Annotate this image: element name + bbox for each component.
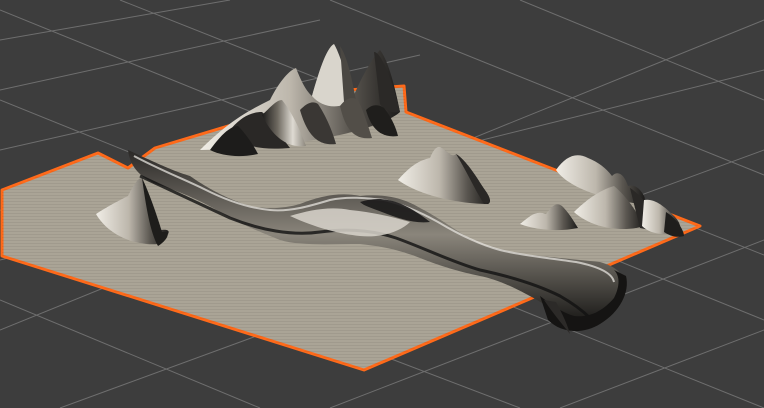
viewport-canvas[interactable]	[0, 0, 764, 408]
3d-viewport[interactable]	[0, 0, 764, 408]
